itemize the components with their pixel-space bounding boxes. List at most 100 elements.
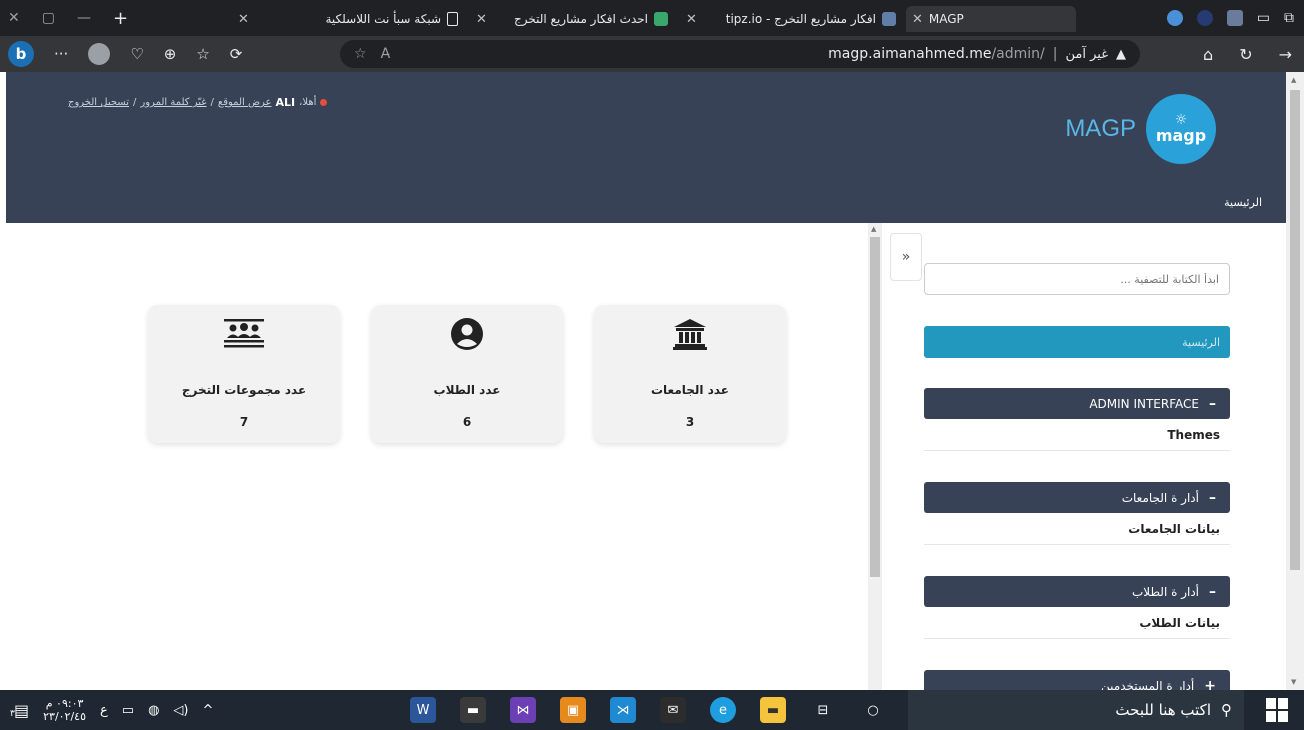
sidebar-item-students-data[interactable]: بيانات الطلاب [924, 607, 1230, 639]
home-icon[interactable]: ⌂ [1203, 45, 1213, 64]
stat-card-students[interactable]: عدد الطلاب 6 [371, 305, 563, 443]
more-menu-icon[interactable]: ··· [54, 45, 68, 63]
extension-icon[interactable] [1166, 10, 1183, 26]
welcome-text: أهلا، [299, 97, 317, 108]
browser-toolbar-left: b ··· ♡ ⊕ ☆ ⟳ [8, 36, 242, 72]
admin-header: أهلا، ALI عرض الموقع / غيّر كلمة المرور / … [6, 72, 1286, 223]
collapse-icon[interactable]: – [1209, 490, 1216, 506]
breadcrumb[interactable]: الرئيسية [1224, 196, 1262, 209]
module-universities: أدار ة الجامعات – بيانات الجامعات [924, 482, 1230, 545]
sidebar-scrollbar[interactable]: ▲ [868, 223, 882, 690]
module-title: ADMIN INTERFACE [1089, 396, 1199, 411]
favorites-icon[interactable]: ☆ [196, 45, 209, 63]
module-title: أدار ة المستخدمين [1101, 678, 1195, 691]
refresh-icon[interactable]: ↻ [1239, 45, 1252, 64]
logout-link[interactable]: تسجيل الخروج [68, 97, 129, 108]
read-aloud-icon[interactable]: A̵ [381, 46, 391, 62]
vscode-icon[interactable]: ⋊ [610, 697, 636, 723]
page-scrollbar[interactable]: ▲ ▼ [1286, 72, 1304, 690]
security-label[interactable]: غير آمن [1066, 47, 1109, 62]
module-header[interactable]: أدار ة الجامعات – [924, 482, 1230, 513]
edge-icon[interactable]: e [710, 697, 736, 723]
file-explorer-icon[interactable]: ▬ [760, 697, 786, 723]
tab-actions-icon[interactable]: ▭ [1257, 10, 1270, 26]
stat-card-universities[interactable]: عدد الجامعات 3 [594, 305, 786, 443]
collapse-icon[interactable]: – [1209, 396, 1216, 412]
video-editor-icon[interactable]: ▬ [460, 697, 486, 723]
nav-filter-input[interactable] [924, 263, 1230, 295]
close-tab-icon[interactable]: ✕ [686, 12, 697, 27]
cortana-icon[interactable]: ○ [860, 697, 886, 723]
module-header[interactable]: أدار ة الطلاب – [924, 576, 1230, 607]
battery-icon[interactable]: ▭ [122, 703, 134, 718]
minimize-window-icon[interactable]: — [77, 10, 91, 26]
lightbulb-icon: ☼ [1174, 112, 1188, 128]
scroll-up-icon[interactable]: ▲ [1291, 76, 1296, 84]
change-password-link[interactable]: غيّر كلمة المرور [140, 97, 206, 108]
forward-icon[interactable]: → [1279, 45, 1292, 64]
scrollbar-thumb[interactable] [870, 237, 880, 577]
browser-extensions: ▭ ⧉ [1166, 0, 1294, 36]
user-tools: أهلا، ALI عرض الموقع / غيّر كلمة المرور / … [68, 96, 328, 109]
collapse-icon[interactable]: – [1209, 584, 1216, 600]
visual-studio-icon[interactable]: ⋈ [510, 697, 536, 723]
url-display[interactable]: magp.aimanahmed.me/admin/ | غير آمن ▲ [828, 40, 1126, 68]
module-admin-interface: ADMIN INTERFACE – Themes [924, 388, 1230, 451]
bing-chat-icon[interactable]: b [8, 41, 34, 67]
extension-icon[interactable] [1196, 10, 1213, 26]
scroll-down-icon[interactable]: ▼ [1291, 678, 1296, 686]
url-bar[interactable]: ☆ A̵ magp.aimanahmed.me/admin/ | غير آمن… [340, 40, 1140, 68]
maximize-window-icon[interactable]: ▢ [42, 10, 55, 26]
card-label: عدد مجموعات التخرج [181, 383, 307, 397]
tab-magp[interactable]: ✕ MAGP [906, 6, 1076, 32]
collections-icon[interactable]: ⊕ [164, 45, 177, 63]
notifications-icon[interactable]: ▤ ٣ [10, 701, 29, 720]
taskbar-search[interactable]: اكتب هنا للبحث ⚲ [908, 690, 1244, 730]
module-header[interactable]: أدار ة المستخدمين + [924, 670, 1230, 690]
stat-card-graduation-groups[interactable]: عدد مجموعات التخرج 7 [148, 305, 340, 443]
sidebar-toggle-button[interactable]: » [890, 233, 922, 281]
start-button-icon[interactable] [1266, 698, 1290, 722]
scrollbar-thumb[interactable] [1290, 90, 1300, 570]
card-value: 3 [685, 415, 695, 429]
clock[interactable]: ٠٩:٠٣ م ٢٣/٠٢/٤٥ [43, 697, 86, 723]
search-favicon-icon [882, 12, 896, 26]
card-value: 7 [239, 415, 249, 429]
clock-time: ٠٩:٠٣ م [45, 697, 84, 710]
mail-icon[interactable]: ✉ [660, 697, 686, 723]
input-language[interactable]: ع [100, 703, 108, 718]
view-site-link[interactable]: عرض الموقع [218, 97, 272, 108]
expand-icon[interactable]: + [1204, 678, 1216, 691]
page-icon [447, 12, 458, 26]
module-header[interactable]: ADMIN INTERFACE – [924, 388, 1230, 419]
browser-essentials-icon[interactable]: ♡ [130, 45, 143, 63]
volume-icon[interactable]: ◁) [173, 703, 188, 718]
scroll-up-icon[interactable]: ▲ [871, 225, 876, 233]
app-icon[interactable]: ▣ [560, 697, 586, 723]
close-tab-icon[interactable]: ✕ [238, 12, 249, 27]
close-tab-icon[interactable]: ✕ [476, 12, 487, 27]
extension-icon[interactable] [1226, 10, 1243, 26]
word-icon[interactable]: W [410, 697, 436, 723]
new-tab-icon[interactable]: + [113, 8, 128, 29]
users-icon [148, 317, 340, 351]
sidebar-item-themes[interactable]: Themes [924, 419, 1230, 451]
show-hidden-icons-icon[interactable]: ^ [202, 703, 213, 718]
extensions-icon[interactable]: ⟳ [230, 45, 243, 63]
tab-graduation-ideas[interactable]: احدث افكار مشاريع التخرج ✕ [470, 6, 674, 32]
close-window-icon[interactable]: ✕ [8, 10, 20, 26]
close-tab-icon[interactable]: ✕ [912, 12, 923, 27]
network-icon[interactable]: ◍ [148, 703, 159, 718]
profile-avatar-icon[interactable] [88, 43, 111, 65]
tab-saba-net[interactable]: شبكة سبأ نت اللاسلكية ✕ [232, 6, 464, 32]
sidebar-item-universities-data[interactable]: بيانات الجامعات [924, 513, 1230, 545]
sidebar-item-home[interactable]: الرئيسية [924, 326, 1230, 358]
tab-tipz[interactable]: افكار مشاريع التخرج - tipz.io ✕ [680, 6, 902, 32]
notification-count: ٣ [10, 708, 15, 719]
workspaces-icon[interactable]: ⧉ [1284, 10, 1294, 26]
site-brand[interactable]: MAGP ☼ magp [1065, 94, 1216, 164]
admin-page: أهلا، ALI عرض الموقع / غيّر كلمة المرور / … [6, 72, 1286, 690]
warning-icon[interactable]: ▲ [1116, 47, 1126, 62]
add-favorite-icon[interactable]: ☆ [354, 46, 367, 62]
task-view-icon[interactable]: ⊟ [810, 697, 836, 723]
